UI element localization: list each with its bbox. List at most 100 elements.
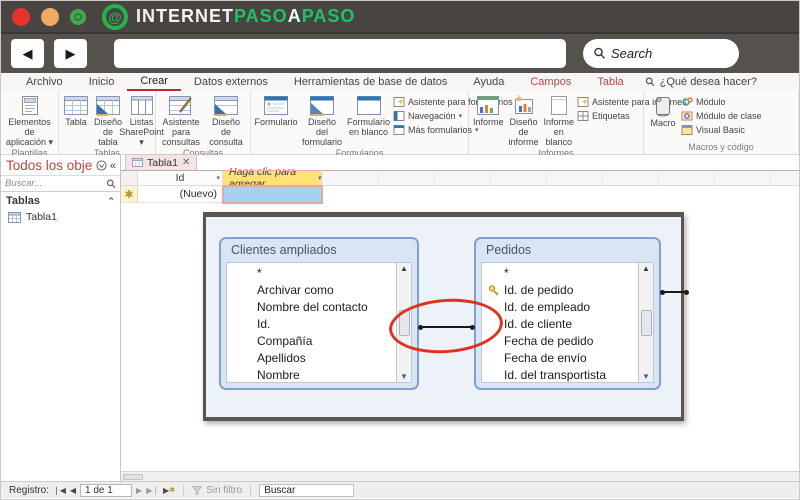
new-record-selector[interactable]: ✱ (121, 186, 138, 203)
scroll-down-icon[interactable]: ▼ (400, 372, 408, 381)
record-search-input[interactable]: Buscar (259, 483, 355, 497)
relationship-line-right (660, 289, 689, 295)
tell-me-search[interactable]: ¿Qué desea hacer? (645, 76, 757, 88)
query-wizard-button[interactable]: Asistente para consultas (158, 93, 204, 147)
form-icon (264, 96, 288, 115)
back-button[interactable]: ◀ (11, 39, 44, 68)
field-row[interactable]: * (482, 265, 638, 282)
document-tab-tabla1[interactable]: Tabla1 ✕ (125, 154, 198, 170)
query-design-button[interactable]: Diseño de consulta (205, 93, 247, 147)
column-header-id[interactable]: Id ▾ (138, 171, 223, 186)
scroll-up-icon[interactable]: ▲ (642, 264, 650, 273)
minimize-window-icon[interactable] (41, 7, 59, 26)
new-record-button[interactable]: ▶ ✱ (163, 486, 175, 495)
record-position-box[interactable]: 1 de 1 (80, 483, 133, 497)
pane-menu-icon[interactable] (96, 160, 107, 171)
field-row[interactable]: Id. del transportista (482, 367, 638, 382)
field-row[interactable]: Nombre del contacto (227, 299, 396, 316)
dropdown-caret-icon[interactable]: ▾ (216, 174, 220, 182)
previous-record-button[interactable]: ◀ (70, 486, 76, 495)
close-window-icon[interactable] (12, 7, 30, 26)
next-record-button[interactable]: ▶ (136, 486, 142, 495)
tab-campos[interactable]: Campos (517, 73, 584, 91)
table-icon (132, 158, 143, 167)
sharepoint-lists-button[interactable]: Listas SharePoint ▾ (119, 93, 164, 147)
select-all-cell[interactable] (121, 171, 138, 186)
application-parts-button[interactable]: Elementos de aplicación ▾ (3, 93, 56, 147)
form-design-button[interactable]: Diseño del formulario (300, 93, 344, 147)
ribbon-tab-bar: Archivo Inicio Crear Datos externos Herr… (1, 73, 799, 91)
field-row[interactable]: Id. (227, 316, 396, 333)
tab-inicio[interactable]: Inicio (76, 73, 128, 91)
field-row[interactable]: Archivar como (227, 282, 396, 299)
close-tab-icon[interactable]: ✕ (182, 157, 190, 168)
address-bar-input[interactable] (114, 39, 566, 68)
tab-archivo[interactable]: Archivo (13, 73, 76, 91)
visual-basic-button[interactable]: Visual Basic (681, 124, 762, 136)
tab-tabla[interactable]: Tabla (584, 73, 636, 91)
separator (183, 484, 185, 496)
tab-herramientas[interactable]: Herramientas de base de datos (281, 73, 460, 91)
application-parts-icon (21, 96, 38, 115)
report-button[interactable]: Informe (471, 93, 506, 127)
filter-state-label[interactable]: Sin filtro (206, 485, 242, 496)
nav-item-label: Tabla1 (26, 211, 57, 223)
scroll-up-icon[interactable]: ▲ (400, 264, 408, 273)
forward-button[interactable]: ▶ (54, 39, 87, 68)
query-design-label: Diseño de consulta (209, 117, 243, 148)
field-row[interactable]: Fecha de envío (482, 350, 638, 367)
field-row[interactable]: * (227, 265, 396, 282)
maximize-window-icon[interactable] (70, 8, 86, 25)
selected-cell[interactable] (222, 185, 323, 204)
id-cell-new[interactable]: (Nuevo) (138, 186, 223, 203)
group-formularios: Formulario Diseño del formulario Formula… (251, 91, 513, 158)
blank-form-button[interactable]: Formulario en blanco (345, 93, 392, 137)
pedidos-scrollbar[interactable]: ▲ ▼ (638, 263, 653, 382)
navigation-label: Navegación (408, 111, 456, 121)
search-box[interactable]: Search (583, 39, 739, 68)
class-module-label: Módulo de clase (696, 111, 762, 121)
table-button[interactable]: Tabla (61, 93, 91, 127)
query-wizard-icon (169, 96, 192, 115)
tab-datos-externos[interactable]: Datos externos (181, 73, 281, 91)
column-header-add-field[interactable]: Haga clic para agregar ▾ (222, 166, 323, 190)
field-row[interactable]: Compañía (227, 333, 396, 350)
scroll-down-icon[interactable]: ▼ (642, 372, 650, 381)
report-design-button[interactable]: Diseño de informe (507, 93, 541, 147)
field-row[interactable]: Apellidos (227, 350, 396, 367)
field-row[interactable]: Id. de cliente (482, 316, 638, 333)
tab-ayuda[interactable]: Ayuda (460, 73, 517, 91)
collapse-group-icon[interactable]: ⌃ (107, 196, 115, 207)
group-header-tablas[interactable]: Tablas ⌃ (1, 192, 120, 209)
scrollbar-thumb[interactable] (123, 474, 143, 480)
horizontal-scrollbar[interactable] (121, 471, 799, 481)
group-macros: Macro Módulo Módulo de clase Visual Basi… (644, 91, 799, 154)
scrollbar-thumb[interactable] (640, 309, 652, 336)
module-button[interactable]: Módulo (681, 96, 762, 108)
tab-crear[interactable]: Crear (127, 73, 181, 91)
class-module-button[interactable]: Módulo de clase (681, 110, 762, 122)
dropdown-caret-icon[interactable]: ▾ (317, 174, 321, 182)
field-row[interactable]: Id. de pedido (482, 282, 638, 299)
separator (250, 484, 252, 496)
visual-basic-label: Visual Basic (696, 125, 745, 135)
field-row[interactable]: Nombre (227, 367, 396, 382)
more-forms-label: Más formularios (408, 125, 473, 135)
diagram-table-clientes-title: Clientes ampliados (231, 243, 337, 257)
datasheet-header-row: Id ▾ Haga clic para agregar ▾ (121, 166, 799, 190)
macro-button[interactable]: Macro (646, 93, 680, 128)
navigation-pane-title: Todos los objet... (6, 158, 93, 173)
shutter-close-icon[interactable]: « (110, 160, 116, 172)
last-record-button[interactable]: ▶❘ (146, 486, 159, 495)
nav-item-tabla1[interactable]: Tabla1 (1, 209, 120, 225)
labels-icon (577, 111, 589, 121)
document-tab-label: Tabla1 (147, 156, 178, 169)
blank-report-button[interactable]: Informe en blanco (542, 93, 577, 147)
form-button[interactable]: Formulario (253, 93, 299, 127)
field-row[interactable]: Id. de empleado (482, 299, 638, 316)
first-record-button[interactable]: ❘◀ (53, 486, 66, 495)
field-row[interactable]: Fecha de pedido (482, 333, 638, 350)
clientes-field-list: * Archivar como Nombre del contacto Id. … (226, 262, 412, 383)
navigation-search[interactable]: Buscar... (1, 175, 120, 192)
brand-part-4: PASO (301, 6, 356, 26)
